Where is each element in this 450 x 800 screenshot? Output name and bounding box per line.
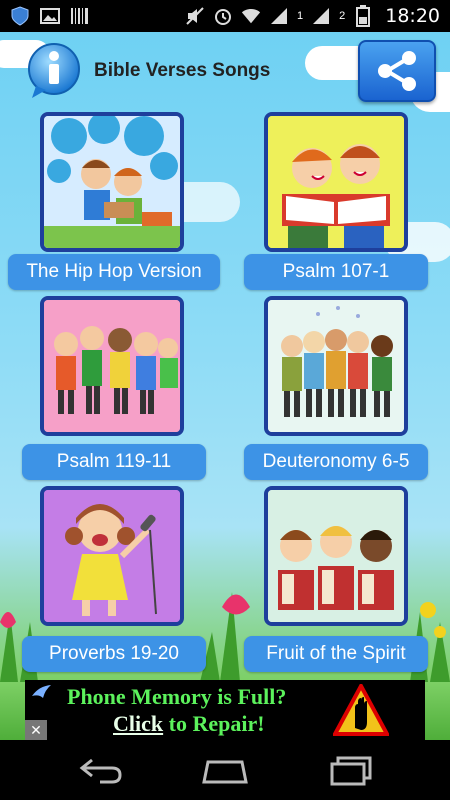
navigation-bar	[0, 740, 450, 800]
mute-icon	[185, 6, 205, 26]
clock: 18:20	[385, 5, 440, 27]
recent-apps-button[interactable]	[326, 754, 376, 786]
choir-kids-singing-image	[268, 300, 404, 432]
image-icon	[40, 6, 60, 26]
share-button[interactable]	[358, 40, 436, 102]
song-thumbnail[interactable]	[264, 112, 408, 252]
ad-subline-rest: to Repair!	[163, 711, 265, 736]
song-thumbnail[interactable]	[264, 486, 408, 626]
song-label[interactable]: Psalm 119-11	[22, 444, 206, 480]
song-label[interactable]: Deuteronomy 6-5	[244, 444, 428, 480]
signal-sim1-icon	[269, 6, 289, 26]
ad-close-button[interactable]: ✕	[25, 720, 47, 740]
page-title: Bible Verses Songs	[94, 60, 271, 81]
app-header: Bible Verses Songs	[0, 32, 450, 110]
ad-headline: Phone Memory is Full?	[67, 684, 287, 709]
info-icon	[28, 43, 80, 98]
signal-sim2-icon	[311, 6, 331, 26]
home-icon	[202, 760, 248, 784]
song-label[interactable]: Fruit of the Spirit	[244, 636, 428, 672]
ad-subline: Click to Repair!	[113, 711, 265, 737]
song-label[interactable]: Psalm 107-1	[244, 254, 428, 290]
song-thumbnail[interactable]	[40, 486, 184, 626]
share-icon	[378, 51, 416, 91]
wifi-icon	[241, 6, 261, 26]
recent-apps-icon	[330, 756, 372, 786]
song-thumbnail[interactable]	[40, 112, 184, 252]
battery-icon	[353, 5, 373, 27]
song-label[interactable]: The Hip Hop Version	[8, 254, 220, 290]
back-button[interactable]	[76, 754, 126, 786]
barcode-icon	[70, 6, 90, 26]
back-icon	[79, 758, 122, 784]
sim2-label: 2	[339, 10, 346, 22]
kids-reading-book-image	[268, 116, 404, 248]
song-thumbnail[interactable]	[40, 296, 184, 436]
kids-reading-tree-image	[44, 116, 180, 248]
happy-kids-group-image	[44, 300, 180, 432]
song-label[interactable]: Proverbs 19-20	[22, 636, 206, 672]
sim1-label: 1	[296, 10, 304, 22]
ad-banner[interactable]: Phone Memory is Full? Click to Repair! ✕	[25, 680, 425, 740]
app-screen: Bible Verses Songs The Hip Hop Version P…	[0, 32, 450, 740]
kids-singing-books-image	[268, 490, 404, 622]
status-bar: 1 2 18:20	[0, 0, 450, 32]
home-button[interactable]	[200, 754, 250, 786]
alarm-icon	[213, 6, 233, 26]
bird-logo-icon	[32, 685, 51, 698]
shield-icon	[10, 6, 30, 26]
song-thumbnail[interactable]	[264, 296, 408, 436]
warning-hand-icon	[333, 684, 389, 736]
ad-click-link[interactable]: Click	[113, 711, 163, 736]
info-button[interactable]	[24, 42, 84, 100]
girl-singing-microphone-image	[44, 490, 180, 622]
